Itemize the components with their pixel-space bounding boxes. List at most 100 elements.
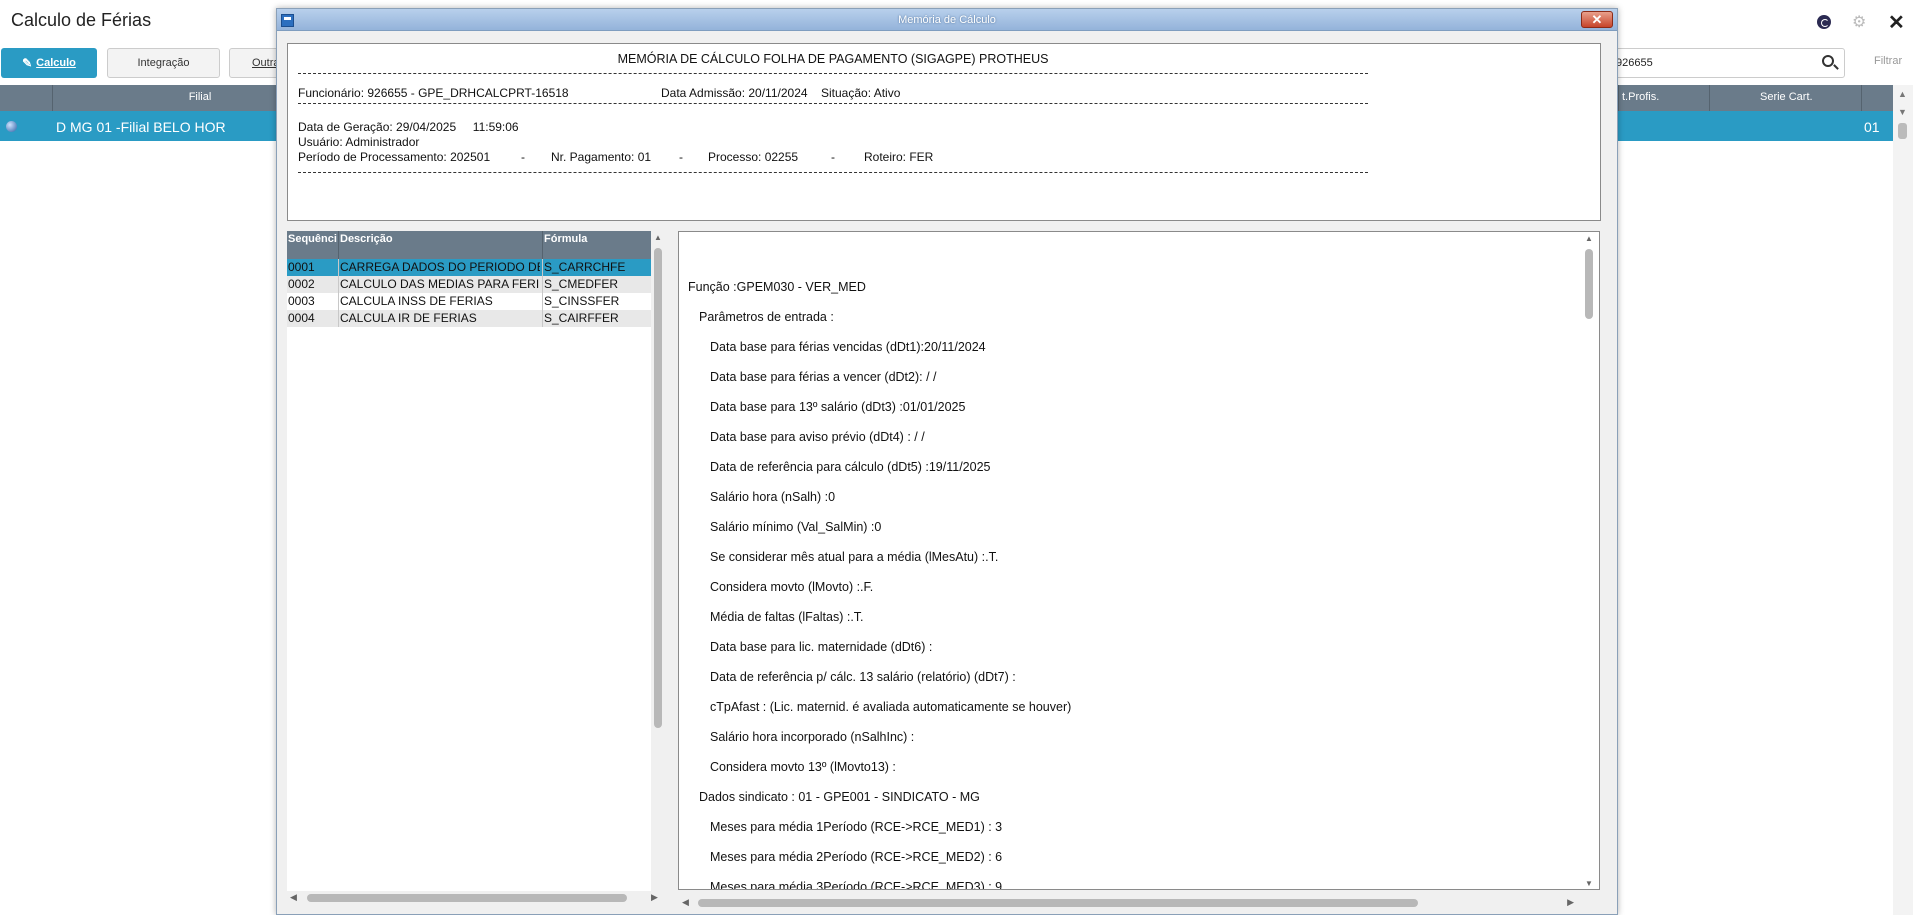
processo-text: Processo: 02255 — [708, 150, 799, 164]
cell-sequencia: 0002 — [288, 277, 315, 291]
detail-line: Data base para lic. maternidade (dDt6) : — [710, 640, 933, 654]
cell-separator — [542, 293, 543, 310]
scroll-thumb[interactable] — [1898, 123, 1907, 139]
scroll-down-icon[interactable]: ▼ — [1898, 107, 1907, 117]
detail-line: Data base para 13º salário (dDt3) :01/01… — [710, 400, 966, 414]
detail-line: Data de referência p/ cálc. 13 salário (… — [710, 670, 1016, 684]
detail-vertical-scrollbar[interactable]: ▲ ▼ — [1579, 232, 1599, 889]
cell-sequencia: 0001 — [288, 260, 315, 274]
dialog-title: Memória de Cálculo — [898, 14, 996, 26]
calculation-detail-panel: Função :GPEM030 - VER_MED Parâmetros de … — [678, 231, 1600, 890]
cell-separator — [338, 293, 339, 310]
column-header-formula[interactable]: Fórmula — [544, 233, 644, 245]
scroll-down-icon[interactable]: ▼ — [1585, 879, 1593, 888]
scroll-up-icon[interactable]: ▲ — [1898, 89, 1907, 99]
row-value: 01 — [1864, 119, 1880, 135]
situacao-text: Situação: Ativo — [821, 86, 901, 100]
calculation-header: MEMÓRIA DE CÁLCULO FOLHA DE PAGAMENTO (S… — [287, 43, 1601, 221]
integracao-button[interactable]: Integração — [107, 48, 220, 78]
cell-separator — [338, 259, 339, 276]
page-title: Calculo de Férias — [11, 10, 152, 30]
cell-descricao: CALCULA IR DE FERIAS — [340, 311, 477, 325]
table-row[interactable]: 0001 CARREGA DADOS DO PERIODO DE S_CARRC… — [287, 259, 651, 276]
scroll-left-icon[interactable]: ◀ — [290, 892, 297, 903]
scroll-right-icon[interactable]: ▶ — [651, 892, 658, 903]
search-value: 926655 — [1616, 57, 1653, 69]
user-avatar-icon[interactable] — [1817, 15, 1831, 29]
scroll-right-icon[interactable]: ▶ — [1567, 897, 1574, 908]
column-separator — [1618, 85, 1619, 111]
dialog-titlebar[interactable]: Memória de Cálculo ✕ — [277, 9, 1617, 31]
column-header-filial[interactable]: Filial — [120, 91, 280, 103]
detail-line: Meses para média 1Período (RCE->RCE_MED1… — [710, 820, 1003, 834]
dashed-divider — [298, 73, 1368, 74]
detail-line: Salário hora incorporado (nSalhInc) : — [710, 730, 915, 744]
data-admissao-text: Data Admissão: 20/11/2024 — [661, 86, 808, 100]
memoria-calculo-dialog: Memória de Cálculo ✕ MEMÓRIA DE CÁLCULO … — [276, 8, 1618, 915]
detail-line: Se considerar mês atual para a média (lM… — [710, 550, 999, 564]
table-row[interactable]: 0002 CALCULO DAS MEDIAS PARA FERI S_CMED… — [287, 276, 651, 293]
detail-line: Meses para média 3Período (RCE->RCE_MED3… — [710, 880, 1003, 890]
dashed-divider — [298, 103, 1368, 104]
cell-formula: S_CAIRFFER — [544, 311, 619, 325]
detail-horizontal-scrollbar[interactable]: ◀ ▶ — [678, 896, 1600, 910]
search-input[interactable]: 926655 — [1605, 48, 1845, 78]
column-separator — [1709, 85, 1710, 111]
detail-line: Meses para média 2Período (RCE->RCE_MED2… — [710, 850, 1003, 864]
roteiro-text: Roteiro: FER — [864, 150, 934, 164]
cell-separator — [338, 310, 339, 327]
scroll-up-icon[interactable]: ▲ — [1585, 234, 1593, 243]
cell-descricao: CARREGA DADOS DO PERIODO DE — [340, 260, 540, 274]
detail-line: Data base para férias vencidas (dDt1):20… — [710, 340, 986, 354]
scroll-thumb[interactable] — [307, 894, 627, 902]
scroll-left-icon[interactable]: ◀ — [682, 897, 689, 908]
scroll-thumb[interactable] — [698, 899, 1418, 907]
detail-line: Salário mínimo (Val_SalMin) :0 — [710, 520, 882, 534]
table-row[interactable]: 0004 CALCULA IR DE FERIAS S_CAIRFFER — [287, 310, 651, 327]
calculo-button-label: Calculo — [36, 57, 76, 69]
cell-separator — [542, 259, 543, 276]
funcionario-text: Funcionário: 926655 - GPE_DRHCALCPRT-165… — [298, 86, 569, 100]
scroll-thumb[interactable] — [1585, 249, 1593, 319]
separator-text: - — [521, 150, 525, 164]
close-dialog-button[interactable]: ✕ — [1581, 11, 1613, 28]
column-header-serie-cart[interactable]: Serie Cart. — [1760, 91, 1813, 103]
pencil-icon: ✎ — [22, 56, 33, 70]
detail-line: Parâmetros de entrada : — [699, 310, 834, 324]
row-filial: D MG 01 -Filial BELO HOR — [56, 119, 226, 135]
column-separator — [542, 231, 543, 259]
detail-line: Média de faltas (lFaltas) :.T. — [710, 610, 864, 624]
column-separator — [338, 231, 339, 259]
table-horizontal-scrollbar[interactable]: ◀ ▶ — [287, 891, 665, 905]
calculo-button[interactable]: ✎ Calculo — [1, 48, 97, 78]
vertical-scrollbar[interactable]: ▲ ▼ — [1893, 85, 1913, 915]
cell-formula: S_CMEDFER — [544, 277, 619, 291]
table-vertical-scrollbar[interactable]: ▲ — [651, 231, 665, 891]
table-row[interactable]: 0003 CALCULA INSS DE FERIAS S_CINSSFER — [287, 293, 651, 310]
detail-line: Considera movto 13º (lMovto13) : — [710, 760, 896, 774]
column-header-cart-profis[interactable]: t.Profis. — [1622, 91, 1659, 103]
cell-descricao: CALCULO DAS MEDIAS PARA FERI — [340, 277, 540, 291]
periodo-text: Período de Processamento: 202501 — [298, 150, 491, 164]
scroll-thumb[interactable] — [654, 248, 662, 728]
data-geracao-text: Data de Geração: 29/04/2025 11:59:06 — [298, 120, 519, 134]
search-icon[interactable] — [1822, 55, 1834, 67]
column-header-descricao[interactable]: Descrição — [340, 233, 490, 245]
cell-descricao: CALCULA INSS DE FERIAS — [340, 294, 493, 308]
report-title: MEMÓRIA DE CÁLCULO FOLHA DE PAGAMENTO (S… — [617, 52, 1049, 66]
filter-link[interactable]: Filtrar — [1874, 55, 1902, 67]
integracao-button-label: Integração — [137, 57, 190, 69]
close-icon[interactable]: ✕ — [1888, 10, 1905, 35]
detail-line: Dados sindicato : 01 - GPE001 - SINDICAT… — [699, 790, 980, 804]
gear-icon[interactable]: ⚙ — [1852, 12, 1866, 32]
column-header-sequencia[interactable]: Sequênci — [288, 233, 338, 245]
cell-sequencia: 0004 — [288, 311, 315, 325]
detail-line: Função :GPEM030 - VER_MED — [688, 280, 866, 294]
scroll-up-icon[interactable]: ▲ — [654, 233, 662, 242]
cell-separator — [542, 310, 543, 327]
status-icon — [6, 121, 17, 132]
separator-text: - — [679, 150, 683, 164]
detail-line: cTpAfast : (Lic. maternid. é avaliada au… — [710, 700, 1072, 714]
cell-separator — [542, 276, 543, 293]
cell-sequencia: 0003 — [288, 294, 315, 308]
